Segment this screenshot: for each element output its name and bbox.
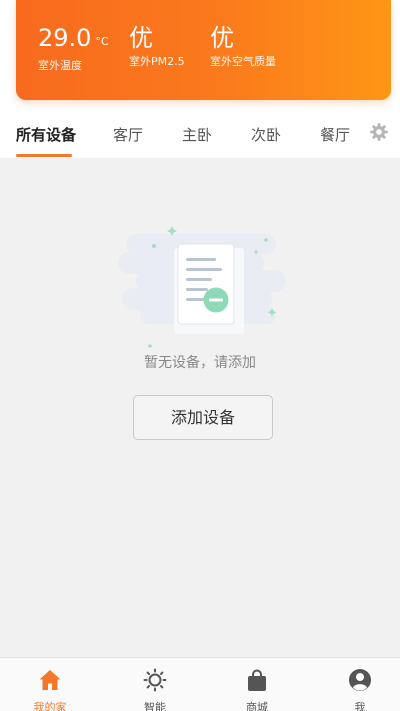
top-area: 29.0 °C 室外温度 优 室外PM2.5 优 室外空气质量 所有设备 客厅 主…: [0, 0, 400, 158]
home-icon: [39, 670, 61, 690]
add-device-button[interactable]: 添加设备: [133, 395, 273, 440]
nav-label-mall: 商城: [246, 701, 268, 711]
nav-item-me[interactable]: 我: [325, 658, 395, 711]
temperature-value: 29.0: [38, 24, 92, 52]
empty-state-message: 暂无设备，请添加: [144, 355, 256, 371]
temperature-label: 室外温度: [38, 59, 82, 72]
weather-card: 29.0 °C 室外温度 优 室外PM2.5 优 室外空气质量: [16, 0, 391, 100]
air-quality-value: 优: [210, 24, 234, 52]
air-quality-label: 室外空气质量: [210, 55, 276, 68]
shopping-bag-icon: [248, 669, 266, 691]
sun-icon: [143, 668, 167, 692]
bottom-navigation: 我的家 智能 商城 我: [0, 657, 400, 711]
pm25-metric: 优 室外PM2.5: [129, 24, 185, 69]
nav-label-smart: 智能: [144, 701, 166, 711]
tab-dining-room[interactable]: 餐厅: [320, 124, 350, 145]
nav-label-my-home: 我的家: [33, 701, 67, 711]
active-tab-indicator: [16, 154, 72, 157]
gear-icon[interactable]: [369, 122, 389, 142]
temperature-unit: °C: [95, 35, 109, 48]
empty-document-illustration: [118, 226, 286, 348]
tab-master-bedroom[interactable]: 主卧: [182, 124, 212, 145]
pm25-label: 室外PM2.5: [129, 55, 185, 68]
room-tabs: 所有设备 客厅 主卧 次卧 餐厅: [0, 118, 400, 158]
tab-all-devices[interactable]: 所有设备: [16, 124, 76, 145]
air-quality-metric: 优 室外空气质量: [210, 24, 276, 69]
nav-item-smart[interactable]: 智能: [120, 658, 190, 711]
temperature-metric: 29.0 °C 室外温度: [38, 24, 109, 73]
tab-second-bedroom[interactable]: 次卧: [251, 124, 281, 145]
nav-item-my-home[interactable]: 我的家: [15, 658, 85, 711]
nav-label-me: 我: [354, 701, 366, 711]
pm25-value: 优: [129, 24, 153, 52]
nav-item-mall[interactable]: 商城: [222, 658, 292, 711]
tab-living-room[interactable]: 客厅: [113, 124, 143, 145]
user-icon: [349, 669, 371, 691]
